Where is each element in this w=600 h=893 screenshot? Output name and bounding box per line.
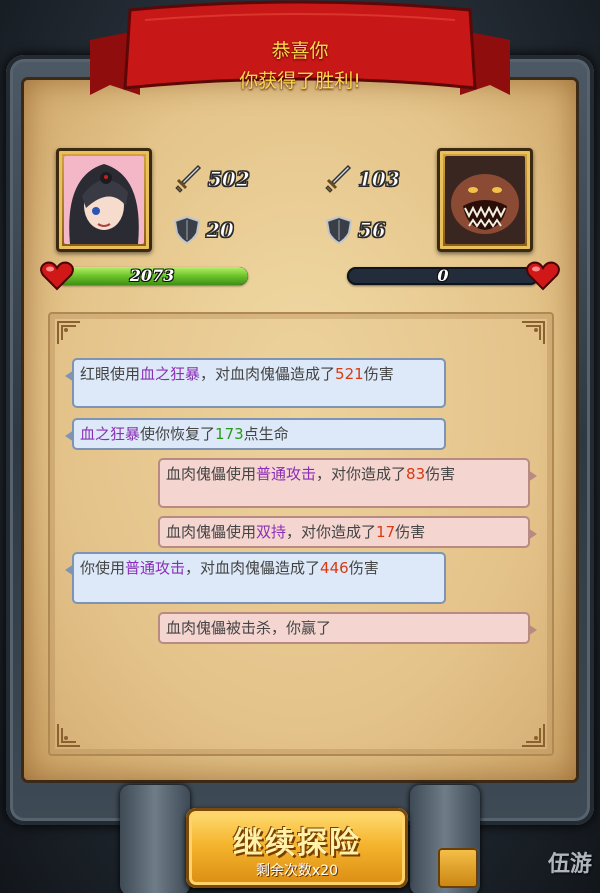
enemy-hp-value: 0 <box>437 267 449 285</box>
corner-ornament-icon <box>522 724 545 747</box>
victory-title-line1: 恭喜你 <box>271 40 329 62</box>
monster-portrait-icon <box>445 156 525 244</box>
battle-result-screen: 恭喜你 你获得了胜利! 502 20 103 56 2073 0 红眼使用血之狂… <box>0 0 600 893</box>
player-attack-stat: 502 <box>172 164 250 194</box>
log-text-fragment: 血肉傀儡被击杀，你赢了 <box>166 619 332 637</box>
player-heart-icon <box>40 261 74 291</box>
log-text-fragment: 双持 <box>256 523 287 541</box>
player-defense-stat: 20 <box>174 216 234 244</box>
corner-ornament-icon <box>57 724 80 747</box>
log-text-fragment: 伤害 <box>395 523 426 541</box>
battle-log-message: 你使用普通攻击，对血肉傀儡造成了446伤害 <box>65 552 446 604</box>
log-text-fragment: ，对血肉傀儡造成了 <box>185 559 321 577</box>
log-text-fragment: 你使用 <box>80 559 126 577</box>
battle-log-message: 血肉傀儡使用双持，对你造成了17伤害 <box>158 516 537 548</box>
log-text-fragment: 点生命 <box>243 425 289 443</box>
log-text-fragment: 521 <box>335 365 364 383</box>
battle-log-message: 红眼使用血之狂暴，对血肉傀儡造成了521伤害 <box>65 358 446 408</box>
sword-icon <box>325 164 352 193</box>
log-text-fragment: 446 <box>320 559 349 577</box>
enemy-attack-value: 103 <box>358 167 401 192</box>
log-text-fragment: 普通攻击 <box>125 559 186 577</box>
log-text-fragment: 血肉傀儡使用 <box>166 523 257 541</box>
log-text-fragment: 173 <box>215 425 244 443</box>
enemy-hp-bar: 0 <box>347 267 539 285</box>
shield-icon <box>174 216 200 244</box>
log-text-fragment: 普通攻击 <box>256 465 317 483</box>
log-text-fragment: 伤害 <box>425 465 456 483</box>
log-text-fragment: ，对你造成了 <box>316 465 407 483</box>
log-text-fragment: ，对血肉傀儡造成了 <box>200 365 336 383</box>
hero-portrait-icon <box>64 156 144 244</box>
log-text-fragment: 血肉傀儡使用 <box>166 465 257 483</box>
log-text-fragment: 使你恢复了 <box>140 425 216 443</box>
victory-title-line2: 你获得了胜利! <box>239 70 361 92</box>
left-stone-pillar <box>120 785 190 893</box>
log-text-fragment: 红眼使用 <box>80 365 141 383</box>
enemy-portrait <box>437 148 533 252</box>
battle-log-message: 血肉傀儡使用普通攻击，对你造成了83伤害 <box>158 458 537 508</box>
corner-ornament-icon <box>522 321 545 344</box>
enemy-heart-icon <box>526 261 560 291</box>
shield-icon <box>326 216 352 244</box>
corner-ornament-icon <box>57 321 80 344</box>
log-text-fragment: 83 <box>406 465 426 483</box>
corner-tab-button[interactable] <box>438 848 478 888</box>
enemy-defense-stat: 56 <box>326 216 386 244</box>
remaining-attempts-label: 剩余次数x20 <box>255 863 339 879</box>
log-text-fragment: 伤害 <box>348 559 379 577</box>
enemy-defense-value: 56 <box>358 218 387 243</box>
watermark-logo: 伍游 <box>547 852 592 877</box>
sword-icon <box>175 164 202 193</box>
log-text-fragment: 伤害 <box>363 365 394 383</box>
battle-log-message: 血之狂暴使你恢复了173点生命 <box>65 418 446 450</box>
player-hp-value: 2073 <box>129 267 175 285</box>
player-defense-value: 20 <box>206 218 235 243</box>
log-text-fragment: 17 <box>376 523 396 541</box>
log-text-fragment: ，对你造成了 <box>286 523 377 541</box>
continue-explore-label: 继续探险 <box>233 826 361 861</box>
enemy-attack-stat: 103 <box>322 164 400 194</box>
battle-log-message: 血肉傀儡被击杀，你赢了 <box>158 612 537 644</box>
log-text-fragment: 血之狂暴 <box>140 365 201 383</box>
player-hp-bar: 2073 <box>56 267 248 285</box>
continue-explore-button[interactable]: 继续探险 剩余次数x20 <box>186 808 408 888</box>
player-attack-value: 502 <box>208 167 251 192</box>
log-text-fragment: 血之狂暴 <box>80 425 141 443</box>
player-portrait <box>56 148 152 252</box>
